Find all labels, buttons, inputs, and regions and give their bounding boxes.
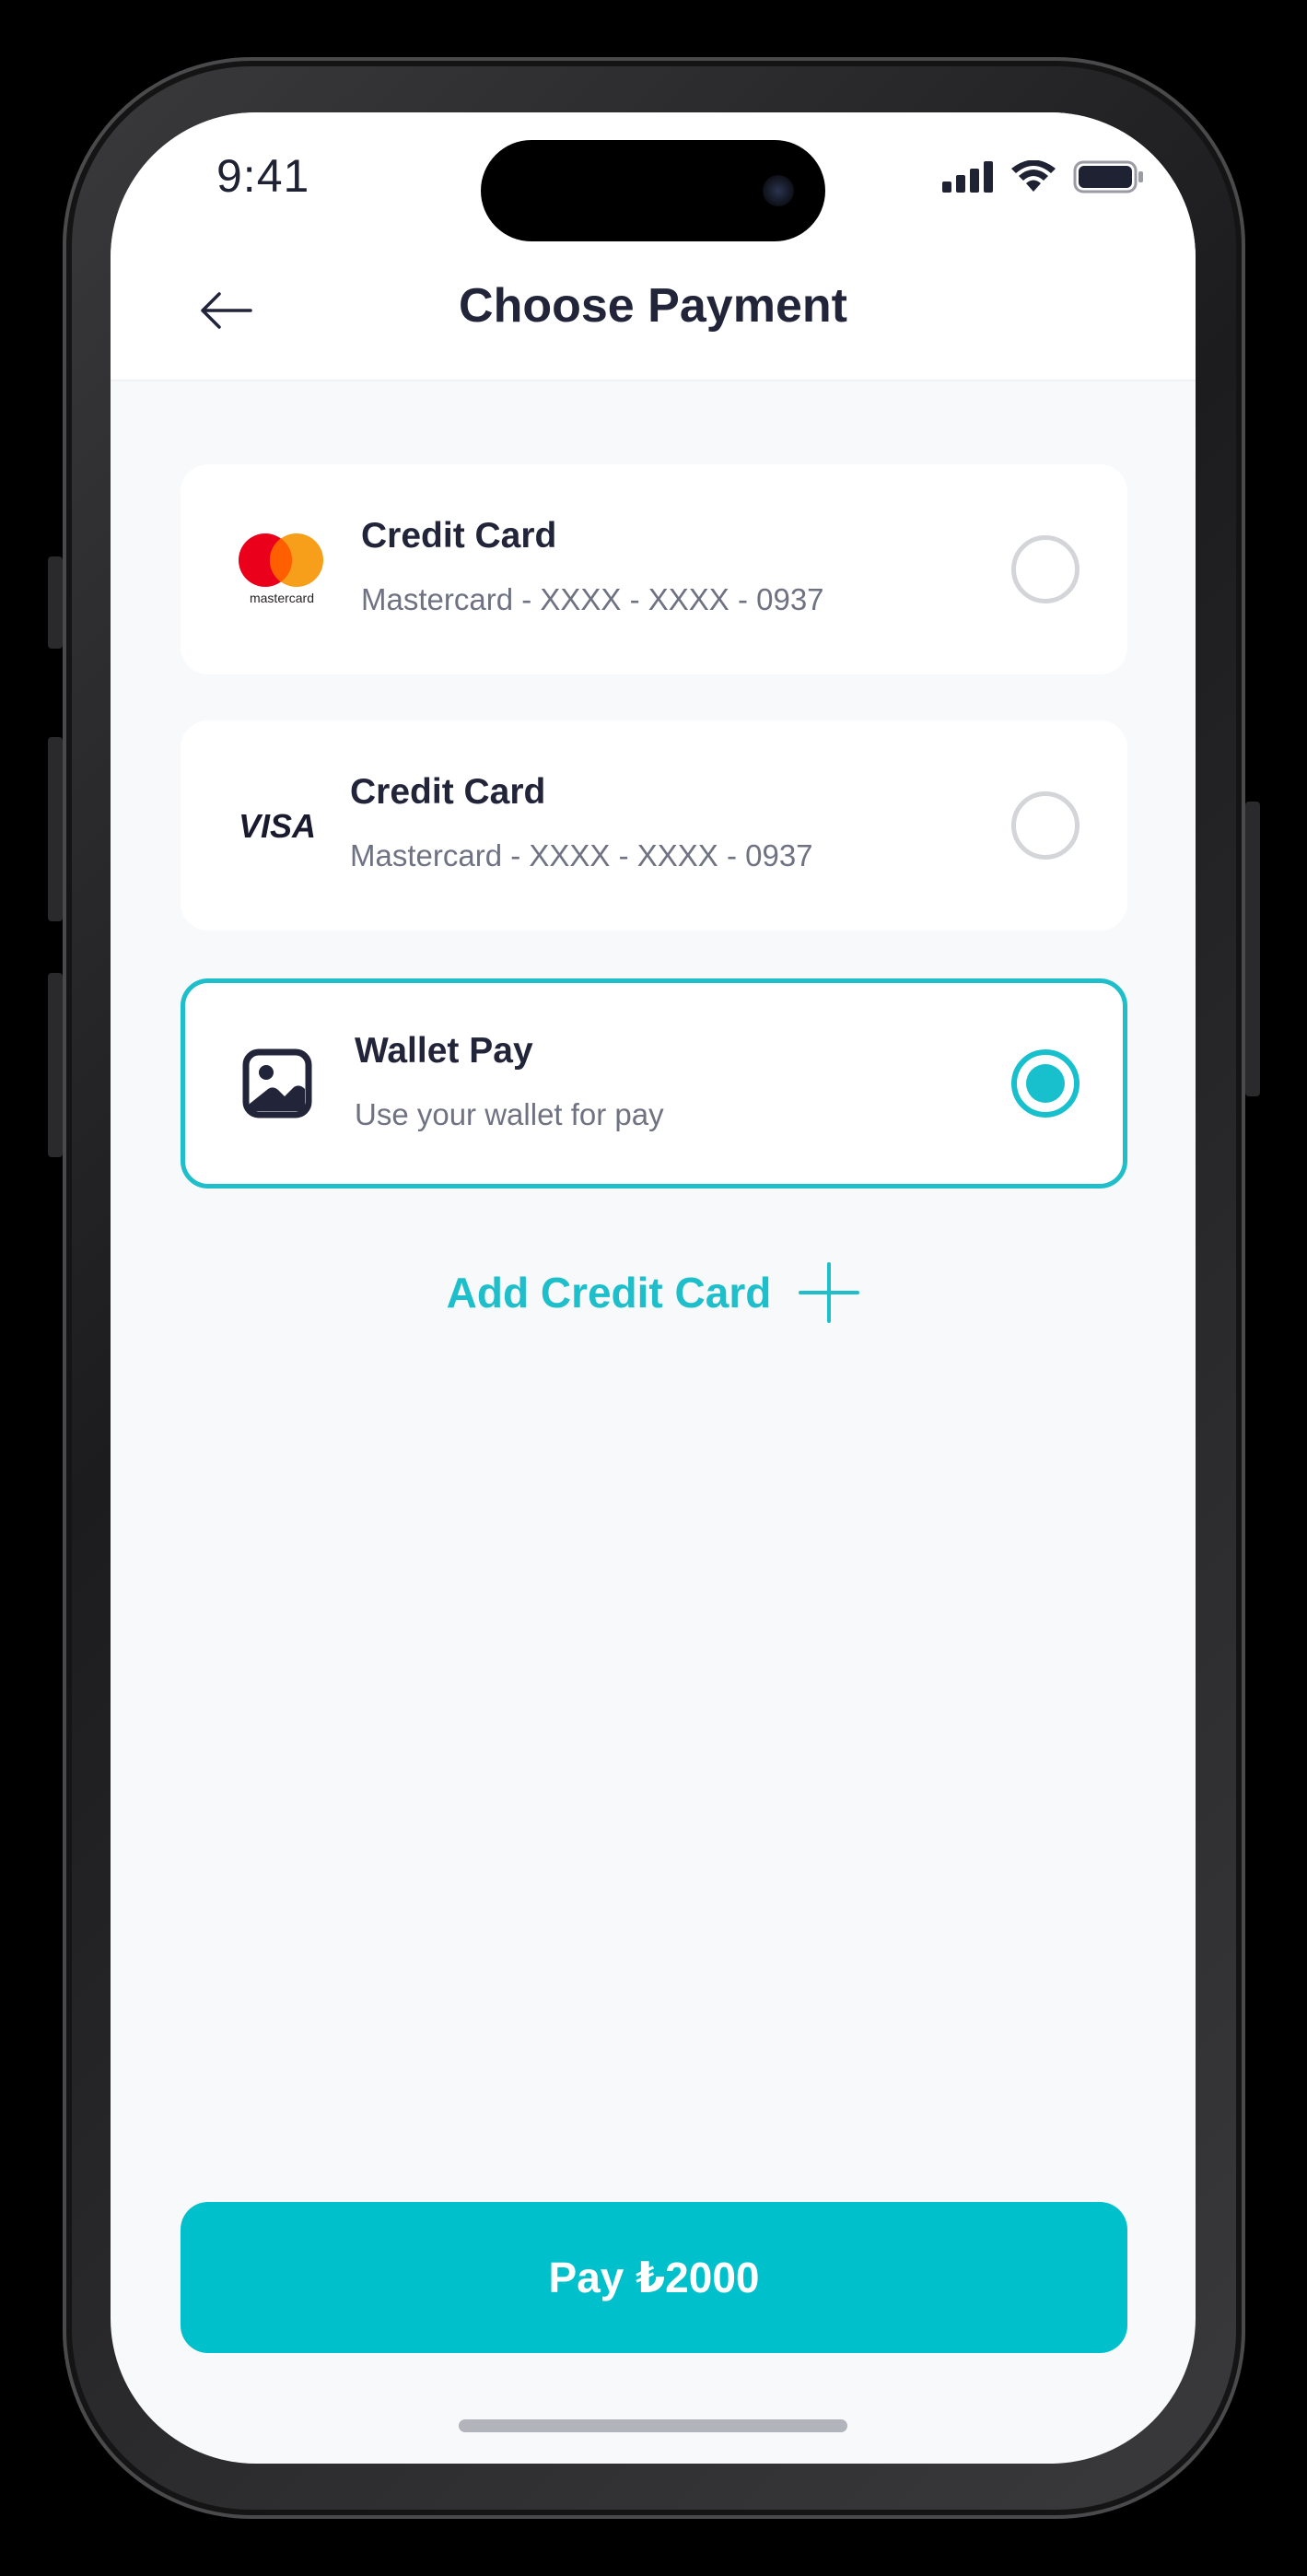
payment-option-subtitle: Mastercard - XXXX - XXXX - 0937 — [361, 582, 824, 616]
status-time: 9:41 — [216, 150, 310, 202]
plus-icon — [799, 1262, 860, 1323]
top-bar: 9:41 Choose Payment — [111, 112, 1196, 381]
payment-option-subtitle: Use your wallet for pay — [355, 1097, 664, 1131]
payment-option-title: Credit Card — [350, 772, 546, 812]
volume-up-button — [48, 737, 63, 921]
payment-option-title: Wallet Pay — [355, 1031, 533, 1071]
radio-button-wallet[interactable] — [1011, 1049, 1079, 1118]
radio-button-visa[interactable] — [1011, 791, 1079, 860]
radio-button-mastercard[interactable] — [1011, 535, 1079, 603]
payment-option-visa[interactable]: VISA Credit Card Mastercard - XXXX - XXX… — [181, 720, 1127, 931]
mastercard-logo: mastercard — [236, 464, 328, 674]
status-icons — [942, 160, 1145, 193]
add-credit-card-button[interactable]: Add Credit Card — [111, 1262, 1196, 1323]
mastercard-logo-text: mastercard — [250, 591, 314, 605]
payment-option-wallet[interactable]: Wallet Pay Use your wallet for pay — [181, 978, 1127, 1188]
power-button — [1245, 802, 1260, 1096]
action-button — [48, 556, 63, 649]
camera-icon — [763, 175, 794, 206]
device-canvas: 9:41 Choose Payment mastercard Credit Ca… — [0, 0, 1307, 2576]
visa-logo: VISA — [236, 720, 319, 931]
page-title: Choose Payment — [459, 279, 847, 333]
visa-logo-text: VISA — [239, 807, 316, 844]
add-credit-card-label: Add Credit Card — [446, 1269, 772, 1317]
signal-icon — [942, 161, 993, 193]
wifi-icon — [1011, 160, 1056, 192]
home-indicator[interactable] — [459, 2419, 847, 2432]
battery-icon — [1073, 160, 1143, 193]
dynamic-island — [481, 140, 825, 241]
app-screen: 9:41 Choose Payment mastercard Credit Ca… — [111, 112, 1196, 2464]
wallet-image-icon — [242, 983, 312, 1184]
pay-button[interactable]: Pay ₺2000 — [181, 2202, 1127, 2353]
volume-down-button — [48, 973, 63, 1157]
payment-option-title: Credit Card — [361, 516, 557, 556]
payment-option-subtitle: Mastercard - XXXX - XXXX - 0937 — [350, 838, 813, 872]
payment-option-mastercard[interactable]: mastercard Credit Card Mastercard - XXXX… — [181, 464, 1127, 674]
